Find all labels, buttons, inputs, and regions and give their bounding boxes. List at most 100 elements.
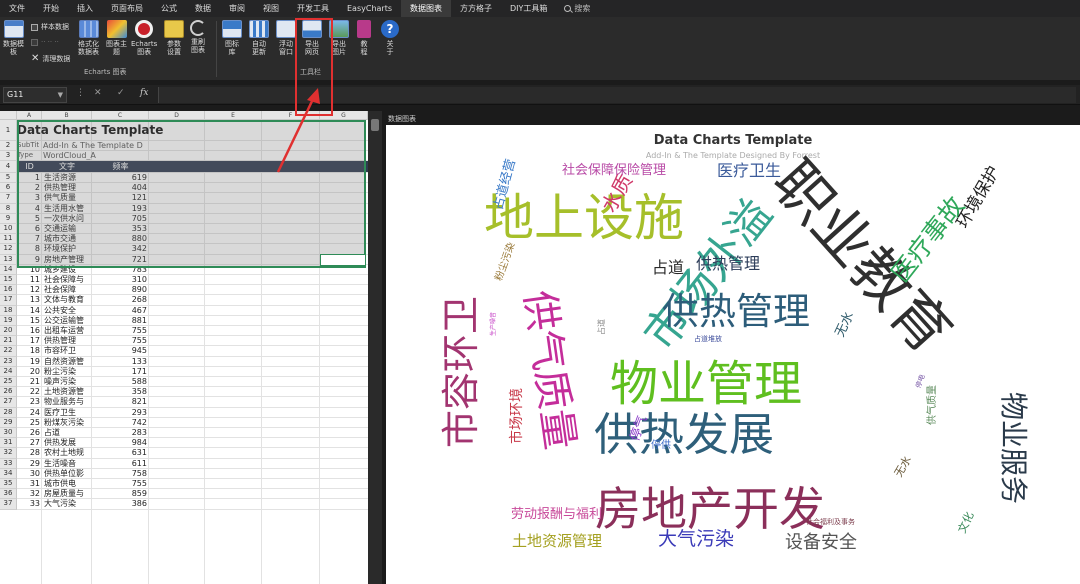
data-template-button[interactable]: 数据模 板	[3, 20, 24, 56]
row-header[interactable]: 31	[0, 438, 17, 449]
menu-item[interactable]: 插入	[68, 0, 102, 17]
active-cell[interactable]	[320, 254, 366, 266]
table-cell[interactable]: 22	[17, 387, 40, 397]
redraw-button[interactable]: 重刷 图表	[190, 20, 206, 54]
column-header[interactable]: E	[205, 111, 262, 120]
table-cell[interactable]: 自然资源管	[44, 357, 92, 367]
table-cell[interactable]: 农村土地规	[44, 448, 92, 458]
row-header[interactable]: 24	[0, 366, 17, 377]
menu-item[interactable]: 审阅	[220, 0, 254, 17]
column-header[interactable]: B	[42, 111, 92, 120]
table-cell[interactable]: 16	[17, 326, 40, 336]
table-cell[interactable]: 358	[92, 387, 147, 397]
table-row[interactable]: 12 社会保障 890	[17, 285, 368, 296]
tutorial-button[interactable]: 教 程	[357, 20, 371, 56]
table-cell[interactable]: 742	[92, 418, 147, 428]
row-header[interactable]: 15	[0, 275, 17, 286]
table-cell[interactable]: 467	[92, 306, 147, 316]
table-cell[interactable]: 20	[17, 367, 40, 377]
table-row[interactable]: 31 城市供电 755	[17, 479, 368, 490]
table-cell[interactable]: 出租车运营	[44, 326, 92, 336]
table-cell[interactable]: 25	[17, 418, 40, 428]
row-header[interactable]: 32	[0, 448, 17, 459]
table-row[interactable]: 28 农村土地规 631	[17, 448, 368, 459]
row-header[interactable]: 20	[0, 326, 17, 337]
table-row[interactable]: 29 生活噪音 611	[17, 459, 368, 469]
name-box[interactable]: G11 ▼	[3, 87, 67, 103]
row-header[interactable]: 9	[0, 213, 17, 224]
table-cell[interactable]: 588	[92, 377, 147, 387]
spreadsheet[interactable]: A B C D E F G 1 Data Charts Template 2 SubTit Add-I…	[0, 111, 368, 584]
row-header[interactable]: 33	[0, 458, 17, 469]
row-header[interactable]: 11	[0, 234, 17, 245]
table-cell[interactable]: 19	[17, 357, 40, 367]
table-row[interactable]: 13 文体与教育 268	[17, 295, 368, 306]
table-row[interactable]: 22 土地资源管 358	[17, 387, 368, 398]
menu-item[interactable]: 开发工具	[288, 0, 338, 17]
table-cell[interactable]: 18	[17, 346, 40, 356]
row-header[interactable]: 3	[0, 151, 17, 161]
table-row[interactable]: 15 公交运输管 881	[17, 316, 368, 326]
table-row[interactable]: 30 供热单位影 758	[17, 469, 368, 479]
table-row[interactable]: 11 社会保障与 310	[17, 275, 368, 286]
format-table-button[interactable]: 格式化 数据表	[78, 20, 99, 56]
table-cell[interactable]: 33	[17, 499, 40, 509]
table-cell[interactable]: 631	[92, 448, 147, 458]
table-cell[interactable]: 房屋质量与	[44, 489, 92, 499]
row-header[interactable]: 27	[0, 397, 17, 408]
table-cell[interactable]: 占道	[44, 428, 92, 438]
menu-item[interactable]: 文件	[0, 0, 34, 17]
row-header[interactable]: 7	[0, 193, 17, 204]
table-cell[interactable]: 32	[17, 489, 40, 499]
table-row[interactable]: 33 大气污染 386	[17, 499, 368, 510]
menu-item[interactable]: 开始	[34, 0, 68, 17]
chart-theme-button[interactable]: 图表主 题	[106, 20, 127, 56]
echarts-button[interactable]: Echarts 图表	[131, 20, 157, 56]
row-header[interactable]: 12	[0, 244, 17, 255]
table-cell[interactable]: 755	[92, 326, 147, 336]
row-header[interactable]: 10	[0, 224, 17, 235]
table-cell[interactable]: 城市供电	[44, 479, 92, 489]
row-header[interactable]: 19	[0, 315, 17, 326]
table-cell[interactable]: 供热管理	[44, 336, 92, 346]
table-row[interactable]: 17 供热管理 755	[17, 336, 368, 347]
float-window-button[interactable]: 浮动 窗口	[276, 20, 296, 56]
table-cell[interactable]: 945	[92, 346, 147, 356]
row-header[interactable]: 18	[0, 305, 17, 316]
row-header[interactable]: 28	[0, 407, 17, 418]
icon-library-button[interactable]: 图标 库	[222, 20, 242, 56]
clear-data-button[interactable]: ✕ 清理数据	[31, 53, 70, 64]
row-header[interactable]: 29	[0, 417, 17, 428]
table-row[interactable]: 23 物业服务与 821	[17, 397, 368, 408]
table-row[interactable]: 18 市容环卫 945	[17, 346, 368, 357]
params-button[interactable]: 参数 设置	[164, 20, 184, 56]
table-cell[interactable]: 268	[92, 295, 147, 305]
table-cell[interactable]: 社会保障	[44, 285, 92, 295]
row-header[interactable]: 16	[0, 285, 17, 296]
table-cell[interactable]: 供热发展	[44, 438, 92, 448]
table-cell[interactable]: 社会保障与	[44, 275, 92, 285]
row-header[interactable]: 35	[0, 479, 17, 490]
sample-data-button[interactable]: 样本数据	[31, 22, 69, 32]
table-cell[interactable]: 23	[17, 397, 40, 407]
table-cell[interactable]: 859	[92, 489, 147, 499]
table-row[interactable]: 14 公共安全 467	[17, 306, 368, 316]
row-header[interactable]: 4	[0, 161, 17, 173]
table-cell[interactable]: 市容环卫	[44, 346, 92, 356]
table-cell[interactable]: 27	[17, 438, 40, 448]
column-header[interactable]: C	[92, 111, 149, 120]
menu-item[interactable]: 公式	[152, 0, 186, 17]
menu-item[interactable]: DIY工具箱	[501, 0, 556, 17]
column-header[interactable]: D	[149, 111, 205, 120]
table-row[interactable]: 16 出租车运营 755	[17, 326, 368, 337]
row-header[interactable]: 34	[0, 468, 17, 479]
select-all-corner[interactable]	[0, 111, 17, 120]
search-box[interactable]: 搜索	[556, 3, 590, 14]
table-cell[interactable]: 21	[17, 377, 40, 387]
table-cell[interactable]: 土地资源管	[44, 387, 92, 397]
menu-item[interactable]: 数据	[186, 0, 220, 17]
table-cell[interactable]: 医疗卫生	[44, 408, 92, 418]
scroll-thumb[interactable]	[371, 119, 379, 131]
row-header[interactable]: 14	[0, 264, 17, 275]
table-cell[interactable]: 12	[17, 285, 40, 295]
